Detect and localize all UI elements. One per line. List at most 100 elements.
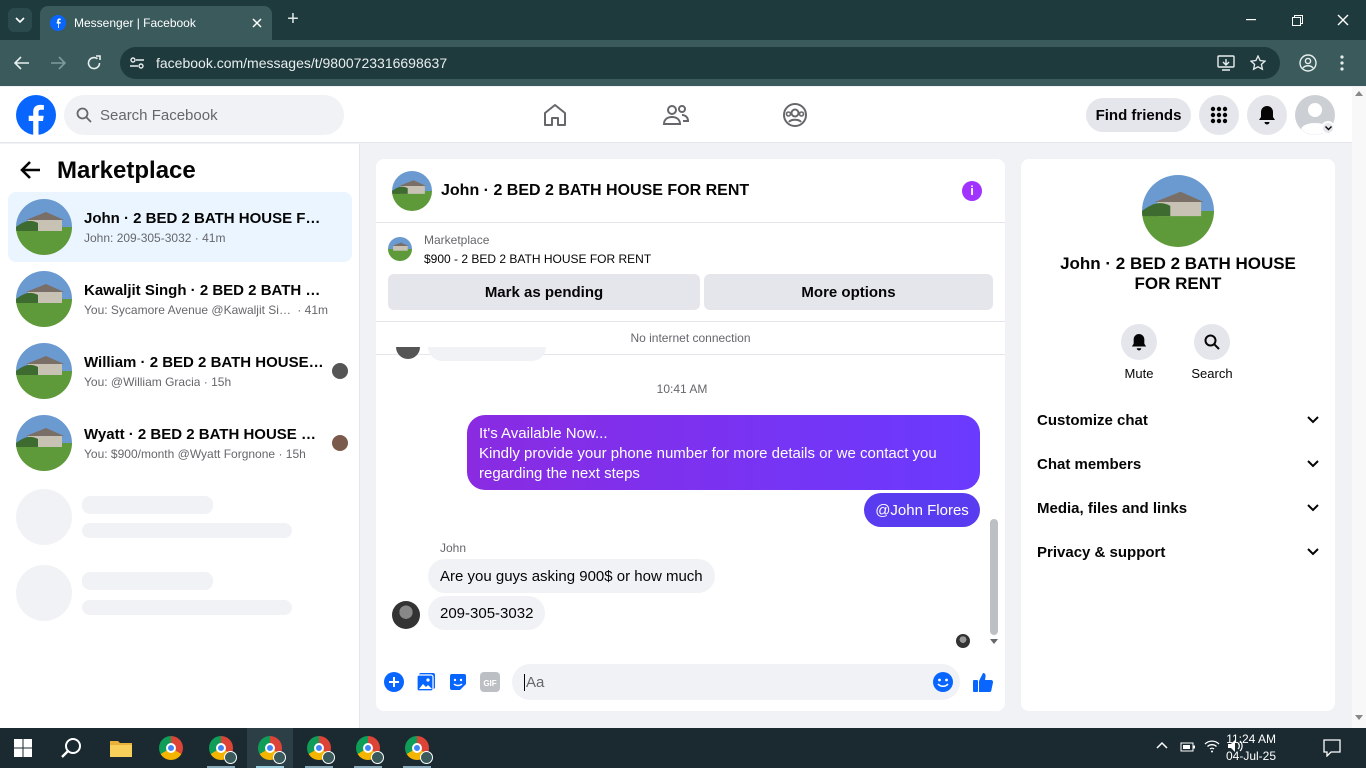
listing-thumbnail [16, 271, 72, 327]
chrome-profile-taskbar-button[interactable] [296, 728, 342, 768]
chrome-profile-taskbar-button[interactable] [394, 728, 440, 768]
kebab-menu-icon [1340, 55, 1344, 71]
back-button-marketplace[interactable] [20, 160, 42, 180]
more-actions-button[interactable] [384, 672, 404, 692]
sticker-button[interactable] [448, 672, 468, 692]
like-button[interactable] [972, 671, 994, 693]
facebook-search-input[interactable]: Search Facebook [64, 95, 344, 135]
sent-message-line: Kindly provide your phone number for mor… [479, 445, 937, 482]
chrome-profile-taskbar-button[interactable] [198, 728, 244, 768]
account-button[interactable] [1295, 95, 1335, 135]
reload-icon [87, 55, 101, 70]
chat-header[interactable]: John · 2 BED 2 BATH HOUSE FOR RENT [376, 159, 1005, 223]
groups-icon [783, 103, 807, 127]
customize-chat-row[interactable]: Customize chat [1037, 400, 1319, 440]
browser-menu-button[interactable] [1330, 51, 1354, 75]
composer-placeholder: Aa [524, 673, 545, 691]
nav-home[interactable] [542, 102, 568, 128]
chrome-taskbar-button[interactable] [148, 728, 194, 768]
back-button[interactable] [10, 51, 34, 75]
listing-title[interactable]: $900 - 2 BED 2 BATH HOUSE FOR RENT [424, 252, 651, 266]
show-hidden-icons-button[interactable] [1156, 741, 1168, 749]
emoji-icon[interactable] [932, 671, 954, 693]
profile-icon [1299, 54, 1317, 72]
gif-icon: GIF [480, 672, 500, 692]
chrome-icon [356, 736, 384, 764]
conversation-item-john[interactable]: John · 2 BED 2 BATH HOUSE FOR RENT John:… [8, 192, 352, 262]
mute-action[interactable]: Mute [1109, 324, 1169, 381]
search-label: Search [1191, 366, 1233, 381]
message-composer-input[interactable]: Aa [512, 664, 960, 700]
search-action[interactable]: Search [1182, 324, 1242, 381]
install-app-button[interactable] [1214, 51, 1238, 75]
browser-tab-messenger[interactable]: Messenger | Facebook [40, 6, 272, 40]
close-icon [1337, 14, 1349, 26]
gif-button[interactable]: GIF [480, 672, 500, 692]
media-files-links-row[interactable]: Media, files and links [1037, 488, 1319, 528]
start-button[interactable] [0, 728, 46, 768]
taskbar-clock[interactable]: 11:24 AM 04-Jul-25 [1180, 731, 1276, 765]
nav-groups[interactable] [782, 102, 808, 128]
chrome-icon [159, 736, 183, 760]
close-tab-icon[interactable] [252, 18, 262, 28]
conversation-name: John · 2 BED 2 BATH HOUSE FOR RENT [84, 209, 324, 227]
received-message-bubble[interactable]: Are you guys asking 900$ or how much [428, 559, 715, 593]
chat-bubble-icon [1323, 739, 1341, 757]
chevron-up-icon [1156, 741, 1168, 749]
listing-source: Marketplace [424, 233, 490, 247]
bookmark-button[interactable] [1246, 51, 1270, 75]
chat-members-row[interactable]: Chat members [1037, 444, 1319, 484]
conversation-item-william[interactable]: William · 2 BED 2 BATH HOUSE FOR RENT Yo… [8, 336, 352, 406]
bell-icon [1259, 106, 1275, 125]
conversation-name: William · 2 BED 2 BATH HOUSE FOR RENT [84, 353, 324, 371]
chat-scrollbar-thumb[interactable] [990, 519, 998, 635]
chrome-icon [209, 736, 237, 764]
site-settings-icon[interactable] [129, 55, 145, 71]
chrome-icon [405, 736, 433, 764]
page-scrollbar[interactable] [1352, 87, 1366, 728]
row-label: Privacy & support [1037, 543, 1166, 561]
conversation-item-wyatt[interactable]: Wyatt · 2 BED 2 BATH HOUSE FOR RENT You:… [8, 408, 352, 478]
conversation-item-kawaljit[interactable]: Kawaljit Singh · 2 BED 2 BATH HOUSE FOR … [8, 264, 352, 334]
taskbar-search-button[interactable] [48, 728, 94, 768]
privacy-support-row[interactable]: Privacy & support [1037, 532, 1319, 572]
partial-avatar [396, 347, 420, 359]
skeleton-line [82, 572, 213, 590]
reload-button[interactable] [82, 51, 106, 75]
attach-photo-button[interactable] [416, 672, 436, 692]
notification-center-button[interactable] [1323, 739, 1341, 757]
sent-mention-bubble[interactable]: @John Flores [864, 493, 980, 527]
contact-avatar[interactable] [1142, 175, 1214, 247]
sent-message-bubble[interactable]: It's Available Now... Kindly provide you… [467, 415, 980, 490]
close-window-button[interactable] [1320, 0, 1366, 40]
profile-button[interactable] [1296, 51, 1320, 75]
facebook-logo[interactable] [16, 95, 56, 135]
conversation-preview: You: Sycamore Avenue @Kawaljit Singh · 4… [84, 302, 329, 317]
folder-icon [110, 741, 132, 757]
star-icon [1250, 55, 1266, 71]
received-message-bubble[interactable]: 209-305-3032 [428, 596, 546, 630]
address-bar[interactable]: facebook.com/messages/t/9800723316698637 [120, 47, 1280, 79]
conversation-preview: You: $900/month @Wyatt Forgnone · 15h [84, 446, 306, 461]
notifications-button[interactable] [1247, 95, 1287, 135]
info-icon[interactable]: i [962, 181, 982, 201]
mark-as-pending-button[interactable]: Mark as pending [388, 274, 700, 310]
menu-button[interactable] [1199, 95, 1239, 135]
tab-title: Messenger | Facebook [74, 16, 196, 30]
restore-button[interactable] [1274, 0, 1320, 40]
chrome-profile-taskbar-button[interactable] [345, 728, 391, 768]
forward-button[interactable] [46, 51, 70, 75]
tab-search-dropdown[interactable] [8, 8, 32, 32]
nav-friends[interactable] [662, 102, 690, 128]
search-icon [1204, 334, 1220, 350]
arrow-left-icon [14, 56, 29, 70]
chrome-profile-taskbar-button-active[interactable] [247, 728, 293, 768]
minimize-button[interactable] [1228, 0, 1274, 40]
sender-avatar[interactable] [392, 601, 420, 629]
more-options-button[interactable]: More options [704, 274, 993, 310]
new-tab-button[interactable]: + [282, 8, 304, 30]
scroll-down-icon[interactable] [990, 639, 998, 644]
chevron-down-icon [15, 17, 25, 23]
file-explorer-button[interactable] [98, 728, 144, 768]
find-friends-button[interactable]: Find friends [1086, 98, 1191, 132]
